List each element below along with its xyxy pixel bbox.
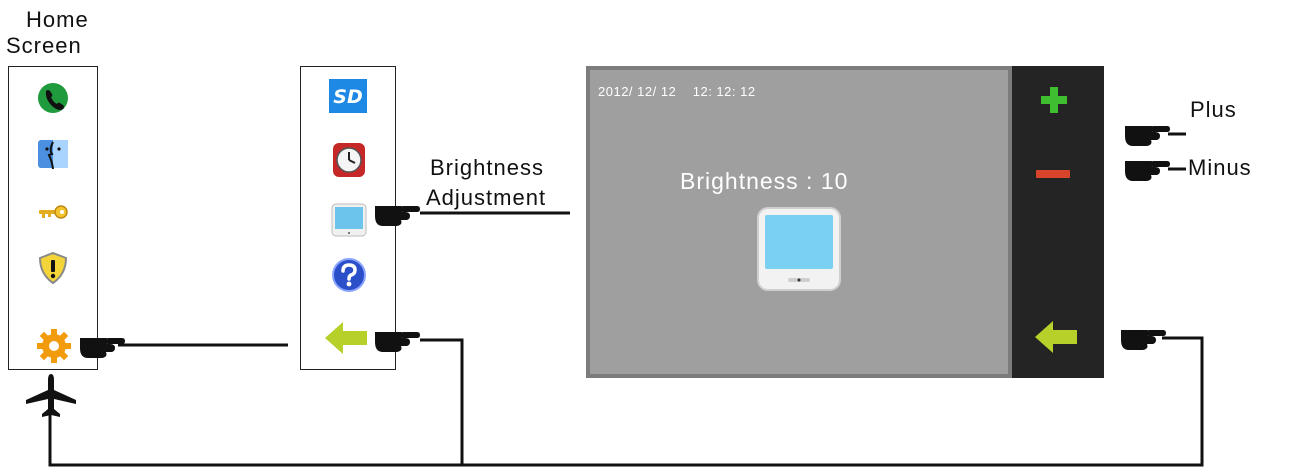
key-icon[interactable]: [36, 195, 70, 229]
brightness-adjustment-label-line1: Brightness: [430, 155, 544, 180]
pointing-hand-icon: [80, 338, 125, 358]
sd-card-icon[interactable]: SD: [329, 79, 367, 113]
finder-icon[interactable]: [36, 137, 70, 171]
brightness-screen: 2012/ 12/ 12 12: 12: 12 Brightness : 10: [586, 66, 1012, 378]
shield-warning-icon[interactable]: [36, 251, 70, 285]
settings-gear-icon[interactable]: [35, 327, 73, 365]
plus-label: Plus: [1190, 97, 1237, 122]
home-screen-label-line2: Screen: [6, 33, 82, 58]
home-screen-label-line1: Home: [26, 7, 89, 32]
pointing-hand-icon: [1125, 161, 1170, 181]
brightness-sidebar: [1012, 66, 1104, 378]
airplane-icon: [26, 374, 76, 417]
sd-text: SD: [333, 86, 362, 108]
help-icon[interactable]: [331, 257, 367, 293]
monitor-icon: [757, 207, 841, 291]
phone-icon[interactable]: [36, 81, 70, 115]
clock-icon[interactable]: [331, 141, 367, 179]
home-screen-panel: [8, 66, 98, 370]
minus-label: Minus: [1188, 155, 1252, 180]
pointing-hand-icon: [375, 206, 420, 226]
monitor-icon[interactable]: [331, 203, 367, 237]
pointing-hand-icon: [375, 332, 420, 352]
datetime-readout: 2012/ 12/ 12 12: 12: 12: [598, 84, 756, 99]
pointing-hand-icon: [1121, 330, 1166, 350]
brightness-value-text: Brightness : 10: [680, 168, 849, 194]
back-arrow-icon[interactable]: [325, 321, 367, 355]
minus-icon[interactable]: [1036, 168, 1070, 180]
plus-icon[interactable]: [1040, 86, 1068, 114]
brightness-adjustment-label-line2: Adjustment: [426, 185, 547, 210]
pointing-hand-icon: [1125, 126, 1170, 146]
back-arrow-icon[interactable]: [1034, 320, 1078, 354]
